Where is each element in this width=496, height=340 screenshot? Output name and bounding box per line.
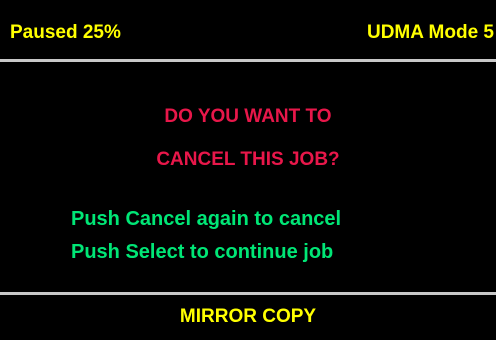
lcd-screen: Paused 25% UDMA Mode 5 DO YOU WANT TO CA… [0,0,496,340]
prompt-line-2: CANCEL THIS JOB? [156,149,340,170]
transfer-mode: UDMA Mode 5 [366,22,494,43]
cancel-instruction: Push Cancel again to cancel [71,208,342,230]
top-divider [0,59,496,62]
status-bar: Paused 25% UDMA Mode 5 [0,0,496,60]
job-status: Paused 25% [10,22,121,43]
continue-instruction: Push Select to continue job [71,241,334,263]
prompt-line-1: DO YOU WANT TO [164,106,332,127]
job-type-label: MIRROR COPY [179,306,317,327]
bottom-divider [0,292,496,295]
